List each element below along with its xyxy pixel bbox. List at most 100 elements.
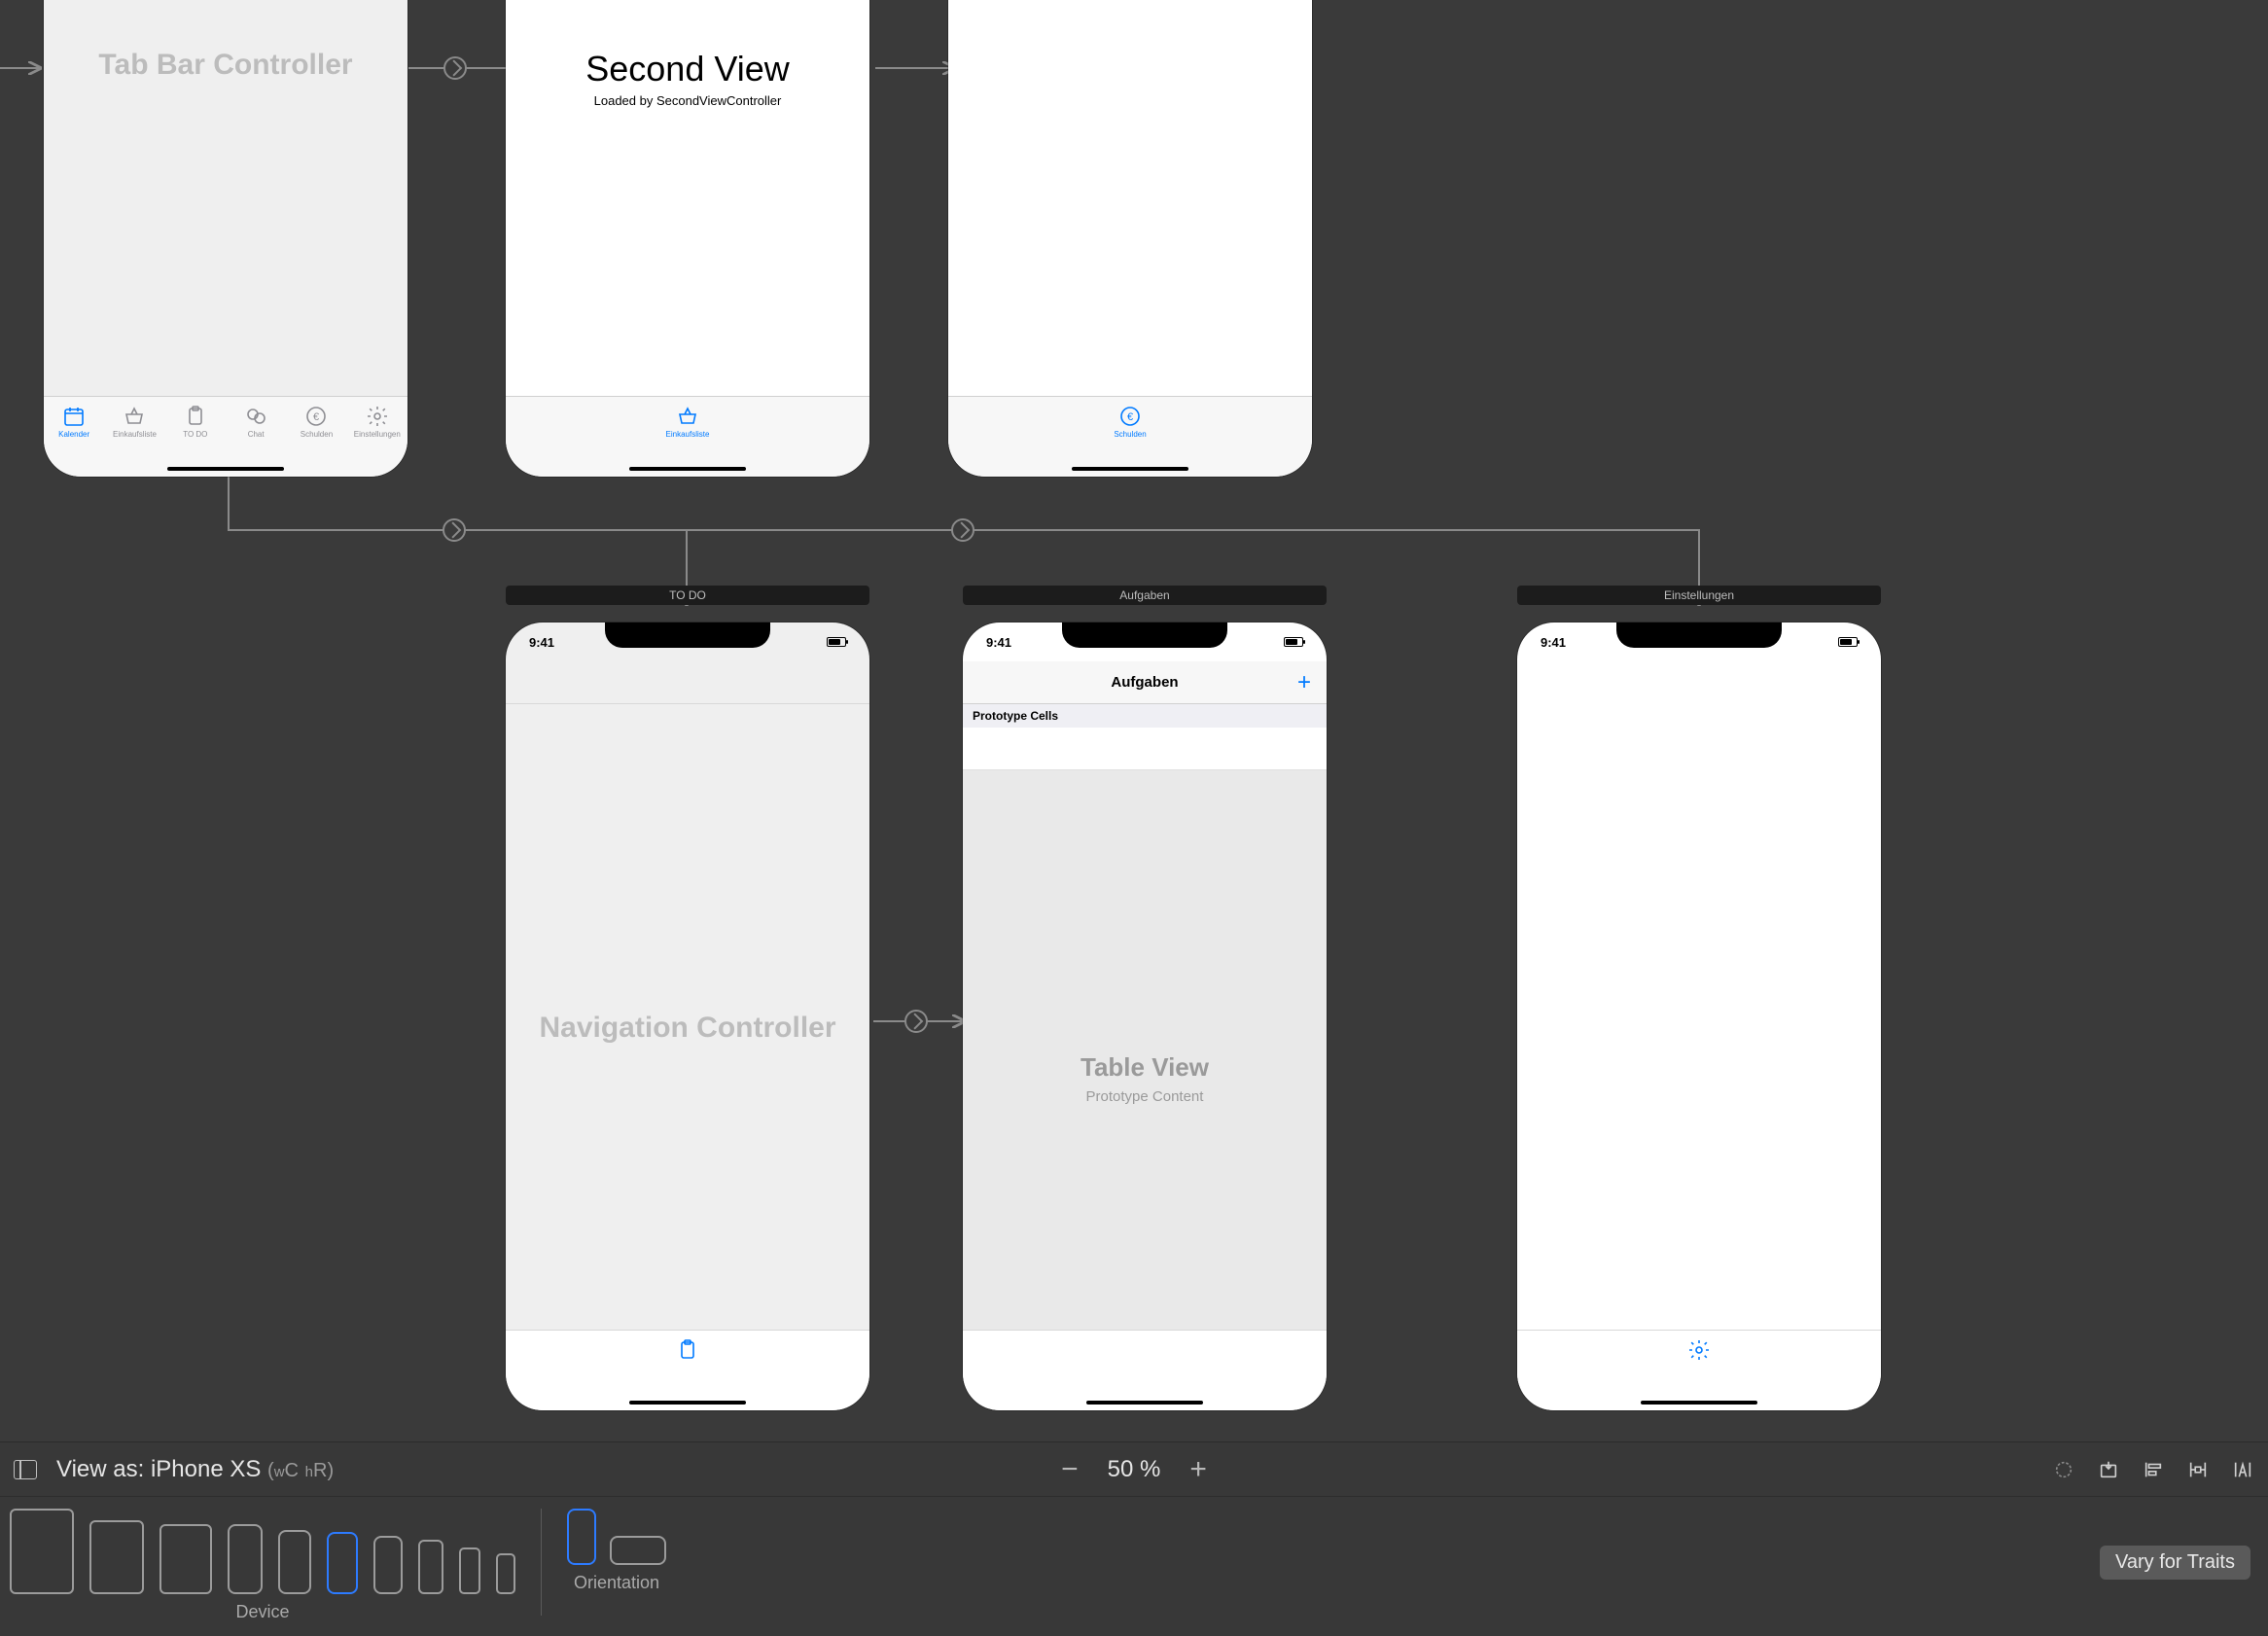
device-iphone-4s[interactable]	[496, 1553, 515, 1594]
tab-chat[interactable]: Chat	[226, 397, 286, 477]
storyboard-canvas[interactable]: Tab Bar Controller Kalender Einkaufslist…	[0, 0, 2268, 1441]
chat-icon	[244, 405, 267, 428]
tab-label: Einstellungen	[354, 430, 401, 439]
scene-label-todo[interactable]: TO DO	[506, 586, 869, 605]
tab-bar: Kalender Einkaufsliste TO DO Chat € Schu…	[44, 396, 408, 477]
home-indicator	[1086, 1401, 1203, 1405]
tab-label: Einkaufsliste	[113, 430, 157, 439]
tab-label: Chat	[248, 430, 265, 439]
tab-bar-single	[1517, 1330, 1881, 1410]
tab-einkaufsliste[interactable]: Einkaufsliste	[649, 397, 726, 477]
zoom-in-button[interactable]: +	[1189, 1455, 1207, 1484]
resolve-issues-icon[interactable]	[2231, 1459, 2254, 1480]
pin-constraints-icon[interactable]	[2186, 1459, 2210, 1480]
basket-icon	[123, 405, 146, 428]
tab-todo[interactable]: TO DO	[165, 397, 226, 477]
battery-icon	[1284, 637, 1303, 647]
home-indicator	[629, 467, 746, 471]
status-time: 9:41	[529, 635, 554, 650]
device-iphone-8-plus[interactable]	[373, 1536, 403, 1594]
add-button[interactable]: +	[1297, 669, 1311, 696]
battery-icon	[1838, 637, 1858, 647]
status-time: 9:41	[1541, 635, 1566, 650]
device-ipad-12-9[interactable]	[10, 1509, 74, 1594]
vary-for-traits-button[interactable]: Vary for Traits	[2100, 1546, 2250, 1580]
status-time: 9:41	[986, 635, 1011, 650]
device-iphone-xs[interactable]	[327, 1532, 358, 1594]
tab-bar-single	[506, 1330, 869, 1410]
align-icon[interactable]	[2142, 1459, 2165, 1480]
device-group: Device	[10, 1509, 515, 1622]
tab-bar-single: € Schulden	[948, 396, 1312, 477]
tab-einstellungen[interactable]	[1660, 1331, 1738, 1410]
status-bar: 9:41	[963, 622, 1327, 661]
tab-kalender[interactable]: Kalender	[44, 397, 104, 477]
svg-text:€: €	[313, 411, 319, 423]
device-picker-row: Device Orientation	[0, 1497, 2268, 1622]
status-bar: 9:41	[506, 622, 869, 661]
device-ipad-9-7[interactable]	[159, 1524, 212, 1594]
nav-controller-title: Navigation Controller	[506, 1012, 869, 1045]
view-as-label[interactable]: View as: iPhone XS (wC hR)	[56, 1456, 334, 1483]
tab-schulden[interactable]: € Schulden	[286, 397, 346, 477]
scene-label-aufgaben[interactable]: Aufgaben	[963, 586, 1327, 605]
prototype-cells-header: Prototype Cells	[963, 704, 1327, 728]
separator	[541, 1509, 542, 1616]
tab-label: TO DO	[183, 430, 207, 439]
home-indicator	[629, 1401, 746, 1405]
battery-icon	[827, 637, 846, 647]
gear-icon	[366, 405, 389, 428]
device-iphone-8[interactable]	[418, 1540, 443, 1594]
segue-icon[interactable]	[443, 518, 466, 542]
segue-icon[interactable]	[443, 56, 467, 80]
table-view-subtitle: Prototype Content	[963, 1088, 1327, 1105]
tab-label: Schulden	[301, 430, 333, 439]
segue-icon[interactable]	[951, 518, 975, 542]
tab-label: Einkaufsliste	[666, 430, 710, 439]
second-view-subtitle: Loaded by SecondViewController	[506, 93, 869, 108]
controller-title: Tab Bar Controller	[44, 49, 408, 82]
scene-schulden[interactable]: € Schulden	[948, 0, 1312, 477]
prototype-cell[interactable]	[963, 728, 1327, 770]
tab-einkaufsliste[interactable]: Einkaufsliste	[104, 397, 164, 477]
euro-icon: €	[1118, 405, 1142, 428]
tab-einstellungen[interactable]: Einstellungen	[347, 397, 408, 477]
tab-schulden[interactable]: € Schulden	[1091, 397, 1169, 477]
nav-bar: Aufgaben +	[963, 661, 1327, 704]
device-iphone-xr[interactable]	[278, 1530, 311, 1594]
gear-icon	[1687, 1338, 1711, 1362]
scene-aufgaben-table[interactable]: 9:41 Aufgaben + Prototype Cells Table Vi…	[963, 622, 1327, 1410]
home-indicator	[167, 467, 284, 471]
orientation-landscape[interactable]	[610, 1536, 666, 1565]
device-ipad-11[interactable]	[89, 1520, 144, 1594]
orientation-portrait[interactable]	[567, 1509, 596, 1565]
home-indicator	[1641, 1401, 1757, 1405]
basket-icon	[676, 405, 699, 428]
status-bar: 9:41	[1517, 622, 1881, 661]
table-view-area[interactable]: Table View Prototype Content	[963, 770, 1327, 1330]
calendar-icon	[62, 405, 86, 428]
scene-second-view[interactable]: Second View Loaded by SecondViewControll…	[506, 0, 869, 477]
device-iphone-se[interactable]	[459, 1547, 480, 1594]
nav-bar-empty	[506, 661, 869, 704]
tab-todo[interactable]	[649, 1331, 726, 1410]
tab-bar-single	[963, 1330, 1327, 1410]
device-bar-header: View as: iPhone XS (wC hR) − 50 % +	[0, 1442, 2268, 1497]
scene-einstellungen[interactable]: 9:41	[1517, 622, 1881, 1410]
layout-tools	[2052, 1459, 2254, 1480]
scene-label-einstellungen[interactable]: Einstellungen	[1517, 586, 1881, 605]
orientation-group: Orientation	[567, 1509, 666, 1593]
device-iphone-xs-max[interactable]	[228, 1524, 263, 1594]
tab-label: Schulden	[1114, 430, 1146, 439]
embed-in-icon[interactable]	[2097, 1459, 2120, 1480]
svg-text:€: €	[1127, 411, 1133, 423]
panel-toggle-icon[interactable]	[14, 1460, 37, 1479]
segue-icon[interactable]	[904, 1010, 928, 1033]
device-group-label: Device	[235, 1602, 289, 1622]
device-bar: View as: iPhone XS (wC hR) − 50 % +	[0, 1441, 2268, 1636]
tab-label: Kalender	[58, 430, 89, 439]
scene-navigation-controller[interactable]: 9:41 Navigation Controller	[506, 622, 869, 1410]
update-frames-icon[interactable]	[2052, 1459, 2075, 1480]
scene-tab-bar-controller[interactable]: Tab Bar Controller Kalender Einkaufslist…	[44, 0, 408, 477]
zoom-out-button[interactable]: −	[1061, 1455, 1079, 1484]
